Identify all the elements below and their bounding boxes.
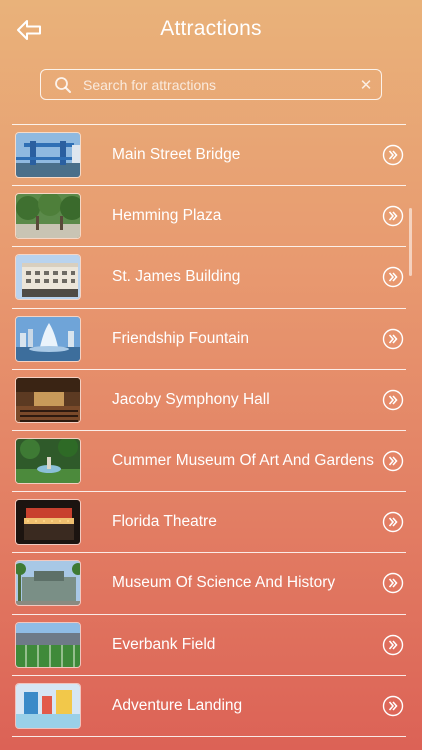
stadium-photo bbox=[15, 621, 81, 668]
chevron-right-icon[interactable] bbox=[382, 634, 404, 656]
list-item[interactable]: Florida Theatre bbox=[12, 492, 406, 554]
list-item-label: Friendship Fountain bbox=[112, 329, 249, 347]
chevron-right-icon[interactable] bbox=[382, 266, 404, 288]
chevron-right-icon[interactable] bbox=[382, 205, 404, 227]
list-item-label: Hemming Plaza bbox=[112, 207, 222, 225]
list-item[interactable]: Adventure Landing bbox=[12, 676, 406, 737]
attractions-list: Main Street Bridge Hemming Plaza St. Jam… bbox=[12, 124, 406, 737]
list-item-label: St. James Building bbox=[112, 268, 241, 286]
list-item-label: Adventure Landing bbox=[112, 696, 243, 714]
scrollbar[interactable] bbox=[409, 208, 412, 276]
white-building-photo bbox=[15, 254, 81, 301]
search-input[interactable] bbox=[81, 76, 351, 93]
search-icon bbox=[45, 76, 81, 94]
list-item-label: Everbank Field bbox=[112, 635, 216, 653]
list-item-label: Jacoby Symphony Hall bbox=[112, 390, 270, 408]
chevron-right-icon[interactable] bbox=[382, 695, 404, 717]
list-item[interactable]: Museum Of Science And History bbox=[12, 553, 406, 615]
list-item[interactable]: Jacoby Symphony Hall bbox=[12, 370, 406, 431]
chevron-right-icon[interactable] bbox=[382, 144, 404, 166]
list-item[interactable]: Main Street Bridge bbox=[12, 125, 406, 187]
chevron-right-icon[interactable] bbox=[382, 389, 404, 411]
gardens-photo bbox=[15, 438, 81, 485]
list-item[interactable]: Friendship Fountain bbox=[12, 309, 406, 370]
list-item[interactable]: Hemming Plaza bbox=[12, 186, 406, 248]
header-bar: Attractions bbox=[0, 0, 422, 62]
list-item-label: Main Street Bridge bbox=[112, 146, 241, 164]
museum-facade-photo bbox=[15, 560, 81, 607]
list-item-label: Florida Theatre bbox=[112, 513, 217, 531]
list-item[interactable]: Cummer Museum Of Art And Gardens bbox=[12, 431, 406, 493]
list-item-label: Cummer Museum Of Art And Gardens bbox=[112, 452, 374, 470]
list-item[interactable]: Everbank Field bbox=[12, 615, 406, 676]
list-item-label: Museum Of Science And History bbox=[112, 574, 336, 592]
search-bar[interactable]: ✕ bbox=[40, 69, 382, 100]
chevron-right-icon[interactable] bbox=[382, 572, 404, 594]
blue-bridge-photo bbox=[15, 132, 81, 179]
theatre-marquee-photo bbox=[15, 499, 81, 546]
concert-hall-photo bbox=[15, 376, 81, 423]
fountain-photo bbox=[15, 315, 81, 362]
chevron-right-icon[interactable] bbox=[382, 511, 404, 533]
water-park-photo bbox=[15, 682, 81, 729]
chevron-right-icon[interactable] bbox=[382, 450, 404, 472]
park-plaza-photo bbox=[15, 193, 81, 240]
list-item[interactable]: St. James Building bbox=[12, 247, 406, 309]
close-icon[interactable]: ✕ bbox=[351, 76, 381, 94]
page-title: Attractions bbox=[160, 17, 262, 40]
chevron-right-icon[interactable] bbox=[382, 328, 404, 350]
